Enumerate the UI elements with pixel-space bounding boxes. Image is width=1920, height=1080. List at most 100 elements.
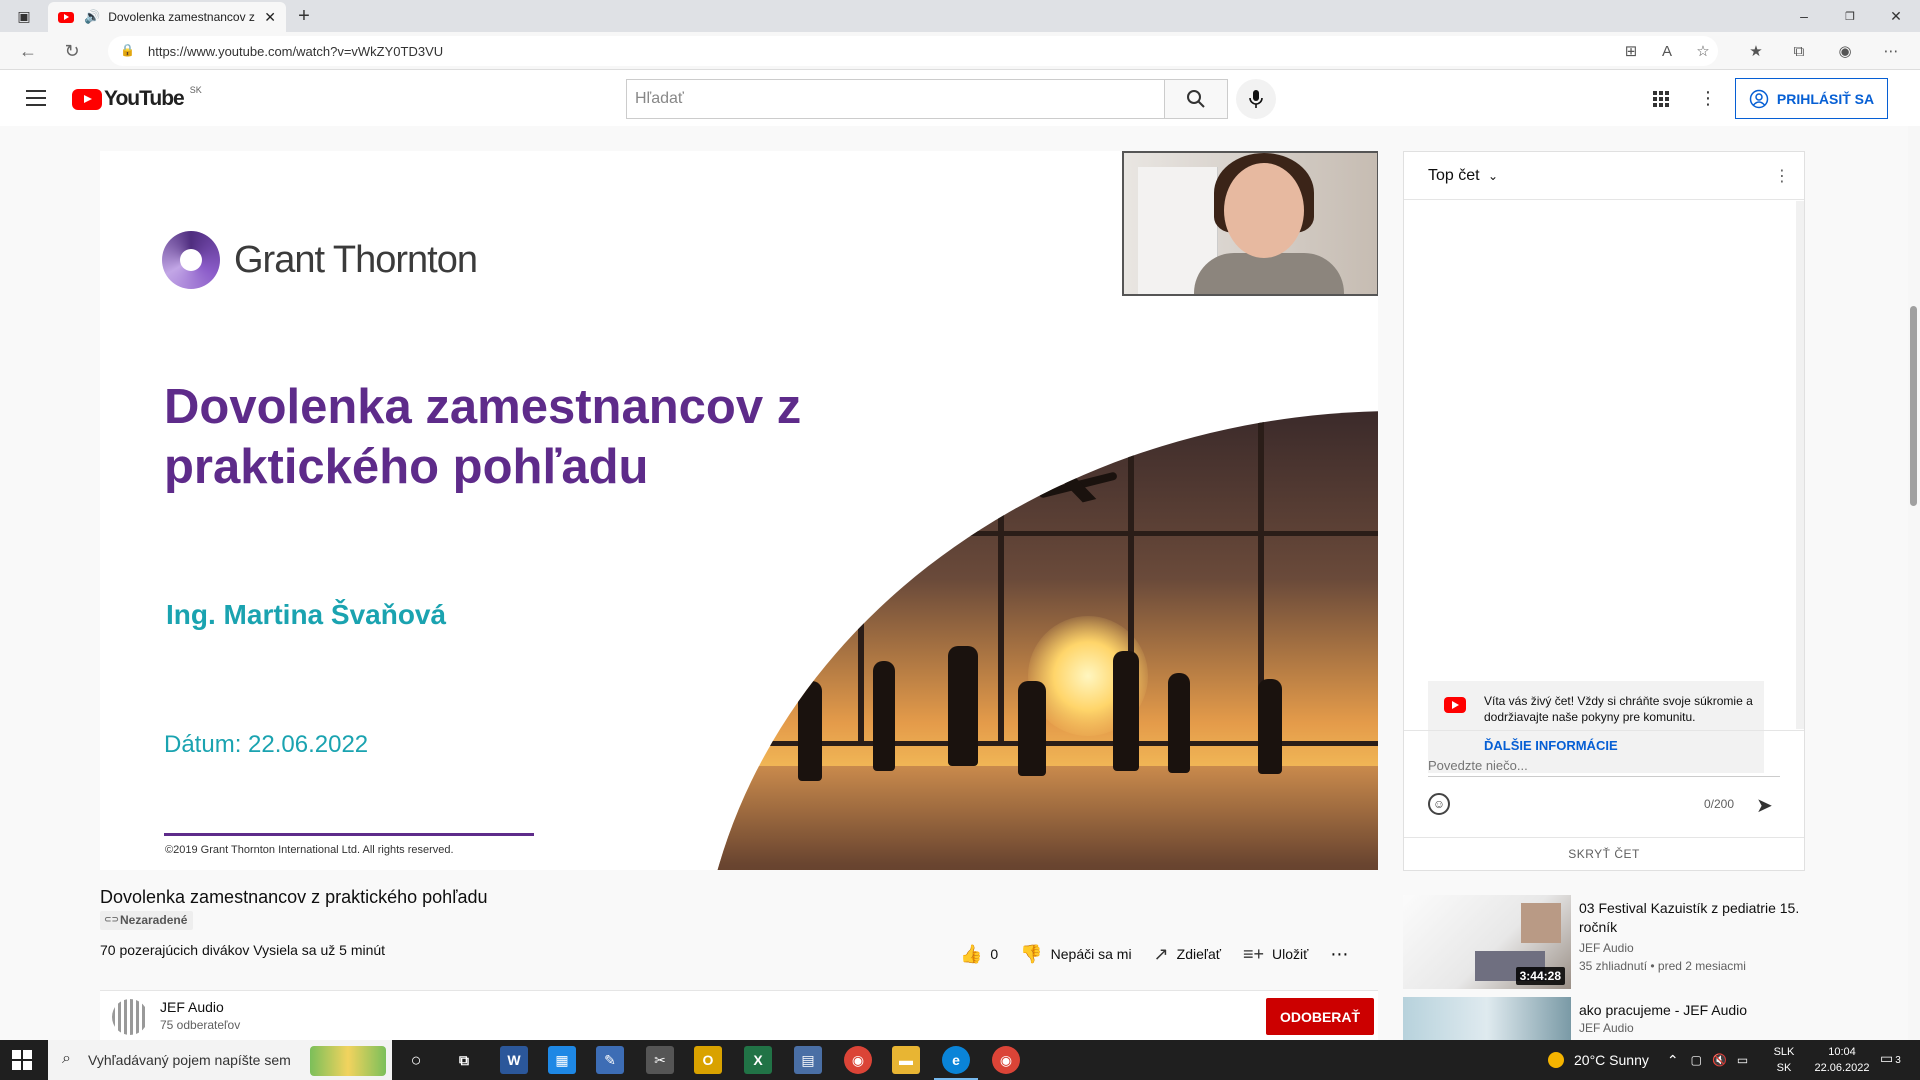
share-label: Zdieľať — [1176, 946, 1222, 962]
collections-icon[interactable]: ⧉ — [1788, 40, 1810, 62]
subscribe-button[interactable]: ODOBERAŤ — [1266, 998, 1374, 1035]
lang-top: SLK — [1773, 1046, 1795, 1058]
save-button[interactable]: ≡+ Uložiť — [1243, 944, 1308, 965]
excel-icon[interactable]: X — [744, 1046, 772, 1074]
cortana-icon[interactable]: ○ — [402, 1046, 430, 1074]
windows-start-icon[interactable] — [12, 1050, 32, 1070]
chat-scrollbar[interactable] — [1796, 201, 1804, 729]
chat-mode-dropdown[interactable]: Top čet ⌄ — [1428, 167, 1498, 185]
add-favorite-icon[interactable]: ☆ — [1692, 40, 1714, 62]
tab-close-icon[interactable]: ✕ — [264, 9, 276, 26]
notepad-icon[interactable]: ✎ — [596, 1046, 624, 1074]
browser-tab[interactable]: 🔊 Dovolenka zamestnancov z ✕ — [48, 2, 286, 32]
file-explorer-icon[interactable]: ▬ — [892, 1046, 920, 1074]
close-window-button[interactable]: ✕ — [1884, 4, 1908, 28]
subscriber-count: 75 odberateľov — [160, 1018, 241, 1032]
voice-search-button[interactable] — [1236, 79, 1276, 119]
snip-tool-icon[interactable]: ✂ — [646, 1046, 674, 1074]
chrome-icon[interactable]: ◉ — [844, 1046, 872, 1074]
sign-in-button[interactable]: PRIHLÁSIŤ SA — [1735, 78, 1888, 119]
video-thumbnail[interactable]: 3:44:28 — [1403, 895, 1571, 989]
taskbar-search-input[interactable]: ⌕ Vyhľadávaný pojem napíšte sem — [48, 1040, 392, 1080]
profile-icon[interactable]: ◉ — [1834, 40, 1856, 62]
system-tray: 20°C Sunny ⌃ ▢ 🔇 ▭ — [1548, 1040, 1748, 1080]
category-tag[interactable]: Nezaradené — [100, 911, 194, 930]
apps-grid-icon[interactable] — [1648, 86, 1672, 110]
browser-tab-bar: ▣ 🔊 Dovolenka zamestnancov z ✕ + – ❐ ✕ — [0, 0, 1920, 32]
app-install-icon[interactable]: ⊞ — [1620, 40, 1642, 62]
share-icon: ↗ — [1153, 943, 1169, 964]
read-aloud-icon[interactable]: A — [1656, 40, 1678, 62]
video-actions: 👍 0 👎 Nepáči sa mi ↗ Zdieľať ≡+ Uložiť ⋯ — [960, 942, 1370, 966]
recommended-video[interactable]: 3:44:28 03 Festival Kazuistík z pediatri… — [1403, 895, 1823, 989]
slide-divider — [164, 833, 534, 836]
outlook-icon[interactable]: O — [694, 1046, 722, 1074]
emoji-icon[interactable]: ☺ — [1428, 793, 1450, 815]
store-icon[interactable]: ▦ — [548, 1046, 576, 1074]
search-highlight-art — [310, 1046, 386, 1076]
back-button[interactable]: ← — [16, 39, 40, 63]
search-icon — [1187, 90, 1205, 108]
menu-icon[interactable] — [24, 86, 48, 110]
airplane-icon — [1038, 471, 1118, 499]
meet-now-icon[interactable]: ▢ — [1691, 1053, 1702, 1067]
send-icon[interactable]: ➤ — [1756, 793, 1773, 818]
url-text: https://www.youtube.com/watch?v=vWkZY0TD… — [148, 43, 444, 59]
youtube-icon — [1444, 697, 1466, 713]
recommended-channel[interactable]: JEF Audio — [1579, 941, 1634, 955]
dislike-label: Nepáči sa mi — [1050, 946, 1132, 962]
live-chat-panel: Top čet ⌄ ⋮ Víta vás živý čet! Vždy si c… — [1403, 151, 1805, 871]
video-thumbnail[interactable] — [1403, 997, 1571, 1040]
clock-date: 22.06.2022 — [1814, 1062, 1870, 1074]
slide-presenter: Ing. Martina Švaňová — [166, 599, 447, 630]
recommended-video[interactable]: ako pracujeme - JEF Audio JEF Audio — [1403, 997, 1823, 1040]
channel-name[interactable]: JEF Audio — [160, 999, 224, 1015]
speaker-icon[interactable]: 🔊 — [84, 9, 100, 25]
input-language[interactable]: SLK SK — [1772, 1044, 1796, 1076]
network-icon[interactable]: ▭ — [1737, 1053, 1748, 1067]
chat-message-input[interactable] — [1428, 755, 1780, 777]
account-icon — [1749, 89, 1769, 108]
system-clock[interactable]: 10:04 22.06.2022 — [1812, 1044, 1872, 1076]
chat-menu-icon[interactable]: ⋮ — [1774, 166, 1790, 186]
new-tab-button[interactable]: + — [292, 4, 316, 28]
video-player[interactable]: Grant Thornton Dovolenka zamestnancov z … — [100, 151, 1378, 870]
search-button[interactable] — [1164, 79, 1228, 119]
tab-actions-icon[interactable]: ▣ — [12, 4, 36, 28]
restore-button[interactable]: ❐ — [1838, 4, 1862, 28]
volume-muted-icon[interactable]: 🔇 — [1712, 1053, 1727, 1067]
more-actions-icon[interactable]: ⋯ — [1330, 944, 1348, 965]
lang-bottom: SK — [1776, 1062, 1792, 1074]
favorites-icon[interactable]: ★ — [1745, 40, 1767, 62]
calculator-icon[interactable]: ▤ — [794, 1046, 822, 1074]
notifications-icon[interactable]: ▭ 3 — [1880, 1050, 1901, 1067]
channel-avatar[interactable] — [112, 999, 148, 1035]
youtube-logo[interactable]: YouTube SK — [72, 85, 202, 111]
youtube-favicon-icon — [58, 11, 74, 23]
share-button[interactable]: ↗ Zdieľať — [1154, 944, 1221, 965]
task-view-icon[interactable]: ⧉ — [450, 1046, 478, 1074]
browser-menu-icon[interactable]: ⋯ — [1880, 40, 1902, 62]
recommended-title[interactable]: 03 Festival Kazuistík z pediatrie 15. ro… — [1579, 899, 1809, 937]
thumbs-up-icon: 👍 — [960, 943, 983, 964]
chrome-profile-icon[interactable]: ◉ — [992, 1046, 1020, 1074]
sun-icon — [1548, 1052, 1564, 1068]
hide-chat-button[interactable]: SKRYŤ ČET — [1404, 837, 1804, 869]
minimize-button[interactable]: – — [1792, 4, 1816, 28]
search-input[interactable]: Hľadať — [626, 79, 1166, 119]
edge-icon[interactable]: e — [934, 1046, 978, 1080]
page-scrollbar[interactable] — [1908, 126, 1920, 1040]
url-field[interactable]: 🔒 https://www.youtube.com/watch?v=vWkZY0… — [108, 36, 1718, 66]
chevron-up-icon[interactable]: ⌃ — [1667, 1052, 1679, 1069]
like-button[interactable]: 👍 0 — [960, 944, 998, 965]
recommended-title[interactable]: ako pracujeme - JEF Audio — [1579, 1001, 1809, 1020]
youtube-header: YouTube SK Hľadať ⋮ PRIHLÁSIŤ SA — [0, 70, 1920, 126]
weather-text[interactable]: 20°C Sunny — [1574, 1052, 1649, 1068]
recommended-channel[interactable]: JEF Audio — [1579, 1021, 1634, 1035]
dislike-button[interactable]: 👎 Nepáči sa mi — [1020, 944, 1131, 965]
settings-menu-icon[interactable]: ⋮ — [1696, 86, 1720, 110]
recommended-meta: 35 zhliadnutí • pred 2 mesiacmi — [1579, 959, 1746, 973]
save-label: Uložiť — [1272, 946, 1309, 962]
refresh-button[interactable]: ↻ — [60, 39, 84, 63]
word-icon[interactable]: W — [500, 1046, 528, 1074]
